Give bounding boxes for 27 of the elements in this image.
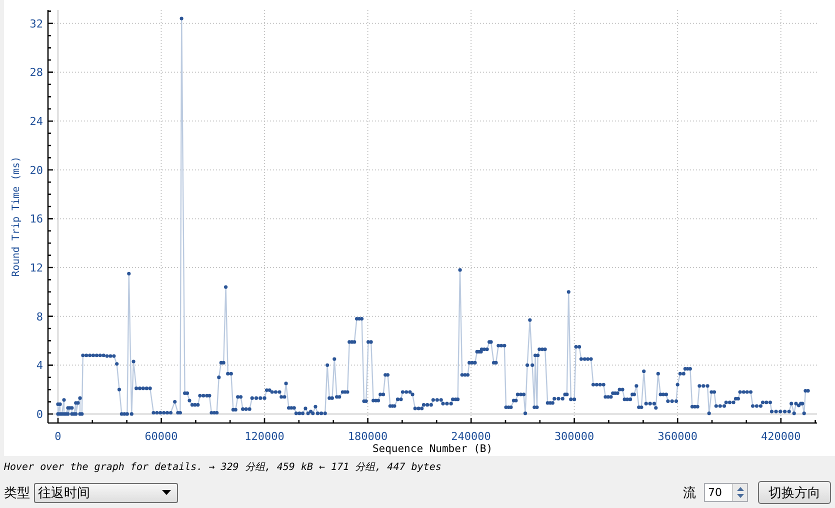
y-tick-label: 24 xyxy=(30,115,43,128)
y-tick-label: 20 xyxy=(30,164,43,177)
x-tick-label: 0 xyxy=(54,430,62,443)
y-tick-label: 12 xyxy=(30,262,43,275)
y-tick-label: 0 xyxy=(36,408,43,421)
hint-text: Hover over the graph for details. → 329 分组, 459 kB ← 171 分组, 447 bytes xyxy=(3,461,442,475)
x-tick-label: 420000 xyxy=(760,430,801,443)
y-tick-label: 4 xyxy=(36,359,43,372)
y-tick-label: 16 xyxy=(30,212,43,226)
spin-arrows-icon[interactable] xyxy=(736,486,744,499)
y-tick-label: 8 xyxy=(36,310,43,324)
switch-direction-button[interactable]: 切换方向 xyxy=(758,481,831,504)
y-axis-title: Round Trip Time (ms) xyxy=(11,156,22,277)
x-tick-label: 300000 xyxy=(554,430,594,443)
y-tick-label: 32 xyxy=(30,17,43,30)
x-tick-label: 360000 xyxy=(658,430,698,443)
y-tick-label: 28 xyxy=(30,66,43,80)
type-label: 类型 xyxy=(4,484,30,502)
x-axis-title: Sequence Number (B) xyxy=(372,443,493,455)
caret-icon xyxy=(162,490,171,495)
type-dropdown[interactable]: 往返时间 xyxy=(34,482,178,502)
x-tick-label: 60000 xyxy=(144,430,178,443)
x-tick-label: 180000 xyxy=(348,430,388,443)
stream-label: 流 xyxy=(683,484,696,502)
stream-spinbox[interactable]: 70 xyxy=(704,483,748,502)
x-tick-label: 240000 xyxy=(451,430,491,443)
x-tick-label: 120000 xyxy=(244,430,284,443)
